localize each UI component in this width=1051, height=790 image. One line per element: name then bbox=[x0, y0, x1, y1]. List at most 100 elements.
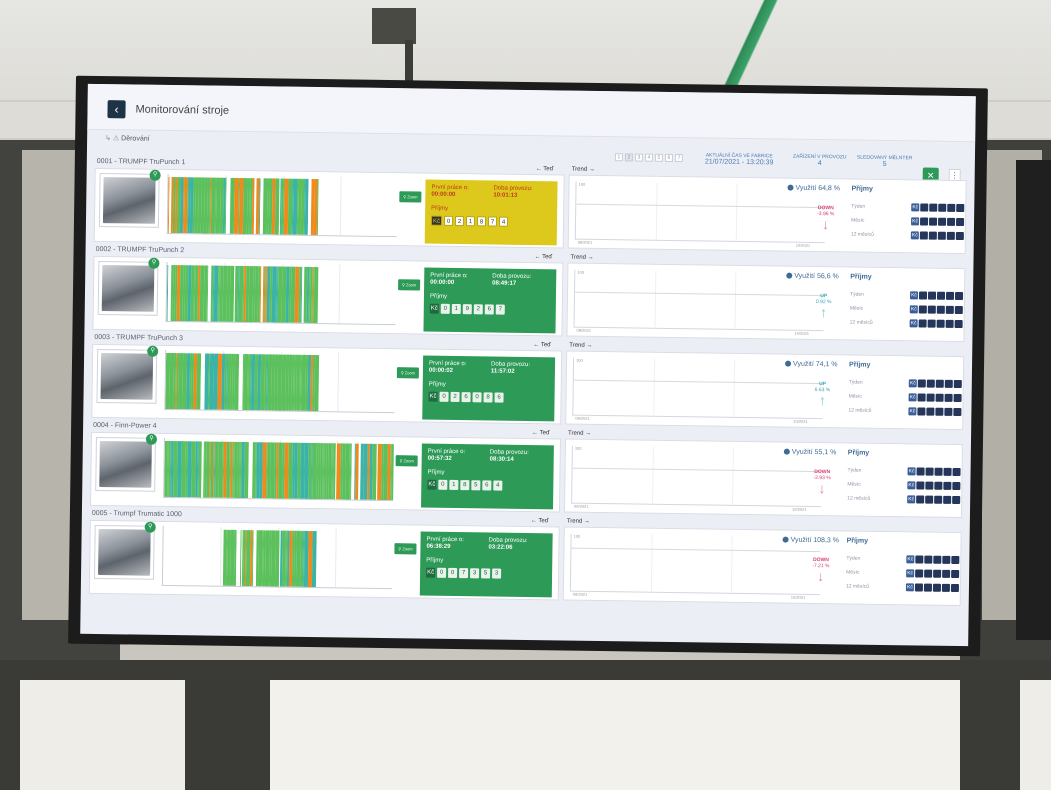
income-digit-masked bbox=[926, 407, 935, 416]
magnify-icon[interactable]: ⚲ bbox=[144, 521, 156, 533]
trend-link[interactable]: Trend → bbox=[568, 431, 591, 437]
income-title: Příjmy bbox=[851, 185, 873, 193]
currency-label: Kč bbox=[910, 231, 919, 240]
activity-timeline bbox=[163, 437, 394, 502]
trend-link[interactable]: Trend → bbox=[567, 519, 590, 525]
trend-panel: Trend → 100 09/2021 10/2021 Využití 56,6… bbox=[566, 255, 966, 343]
breadcrumb-label[interactable]: Děrování bbox=[121, 135, 150, 142]
income-digit: 2 bbox=[450, 391, 460, 403]
info-icon bbox=[787, 184, 794, 191]
income-digit: 7 bbox=[459, 568, 469, 579]
pager: 1234567 bbox=[614, 153, 683, 163]
income-digit: 0 bbox=[438, 479, 448, 490]
income-digit-masked bbox=[943, 467, 952, 476]
prev-link[interactable]: ← Teď bbox=[534, 254, 552, 260]
income-digit: 3 bbox=[492, 568, 502, 579]
month-label: Měsíc bbox=[847, 481, 861, 488]
adjacent-monitor bbox=[1016, 160, 1051, 640]
machine-photo[interactable] bbox=[95, 436, 156, 492]
income-digit-masked bbox=[928, 231, 937, 240]
zoom-button[interactable]: ⚲ Zoom bbox=[398, 279, 421, 291]
income-digit-masked bbox=[955, 217, 965, 227]
arrow-down-icon: ↓ bbox=[818, 480, 826, 497]
magnify-icon[interactable]: ⚲ bbox=[149, 169, 161, 181]
income-digit-masked bbox=[916, 481, 925, 490]
income-label: Příjmy bbox=[427, 469, 445, 476]
first-work-value: 06:38:29 bbox=[426, 543, 451, 550]
machine-image bbox=[100, 353, 154, 400]
income-digit: 6 bbox=[482, 480, 492, 491]
trend-link[interactable]: Trend → bbox=[572, 167, 595, 173]
zoom-label: Zoom bbox=[402, 546, 413, 552]
income-digit-masked bbox=[942, 555, 951, 564]
utilization-value: 64,8 % bbox=[818, 185, 841, 193]
status-card: První práce o: 00:00:02 Doba provozu: 11… bbox=[422, 355, 556, 422]
first-work-label: První práce o: bbox=[426, 536, 464, 544]
trend-x-left: 09/2021 bbox=[575, 415, 590, 421]
pager-button[interactable]: 7 bbox=[674, 154, 683, 163]
trend-x-left: 09/2021 bbox=[577, 239, 593, 245]
income-digit: 0 bbox=[437, 567, 447, 578]
pager-button[interactable]: 2 bbox=[624, 153, 633, 162]
magnify-icon[interactable]: ⚲ bbox=[148, 257, 160, 269]
income-digit-masked bbox=[927, 305, 936, 314]
income-digit-masked bbox=[925, 481, 934, 490]
prev-link[interactable]: ← Teď bbox=[532, 430, 550, 436]
income-digit-masked bbox=[951, 555, 960, 565]
income-digit: 6 bbox=[494, 392, 504, 403]
prev-link[interactable]: ← Teď bbox=[533, 342, 551, 348]
income-digit-masked bbox=[934, 467, 943, 476]
zoom-button[interactable]: ⚲ Zoom bbox=[396, 367, 419, 379]
magnify-icon[interactable]: ⚲ bbox=[145, 433, 158, 445]
month-income-counter: Kč bbox=[911, 217, 965, 227]
activity-timeline bbox=[165, 261, 397, 326]
zoom-button[interactable]: ⚲ Zoom bbox=[399, 191, 422, 203]
machine-photo[interactable] bbox=[93, 524, 155, 580]
currency-label: Kč bbox=[427, 479, 437, 490]
income-digit-masked bbox=[924, 555, 933, 564]
current-time-block: AKTUÁLNÍ ČAS VE FABRICE 21/07/2021 - 13:… bbox=[705, 152, 774, 166]
machine-row: 0001 - TRUMPF TruPunch 1 ⚲ ⚲ Zoom ← Teď … bbox=[92, 158, 969, 258]
machine-photo[interactable] bbox=[98, 173, 160, 228]
income-digit-masked bbox=[929, 203, 938, 212]
machine-status-panel: ⚲ ⚲ Zoom ← Teď První práce o: 06:38:29 D… bbox=[88, 518, 560, 601]
pager-button[interactable]: 6 bbox=[664, 153, 673, 163]
pager-button[interactable]: 3 bbox=[634, 153, 643, 162]
pager-button[interactable]: 5 bbox=[654, 153, 663, 162]
income-digit-masked bbox=[914, 583, 924, 592]
zoom-button[interactable]: ⚲ Zoom bbox=[395, 455, 418, 467]
income-digit-masked bbox=[927, 319, 936, 328]
income-digit-masked bbox=[950, 583, 959, 593]
machine-photo[interactable] bbox=[97, 260, 159, 316]
income-digit-masked bbox=[941, 583, 950, 592]
magnify-icon[interactable]: ⚲ bbox=[147, 345, 159, 357]
pager-button[interactable]: 4 bbox=[644, 153, 653, 162]
gridline bbox=[219, 526, 222, 586]
utilization: Využití 64,8 % bbox=[787, 184, 841, 193]
machine-status-panel: ⚲ ⚲ Zoom ← Teď První práce o: 00:00:02 D… bbox=[91, 342, 563, 425]
income-digit-masked bbox=[955, 231, 964, 241]
back-button[interactable]: ‹ bbox=[107, 100, 126, 119]
currency-label: Kč bbox=[428, 391, 438, 402]
lower-cabinet bbox=[0, 660, 1051, 790]
income-digit-masked bbox=[917, 379, 926, 388]
trend-link[interactable]: Trend → bbox=[570, 255, 593, 261]
page-title: Monitorování stroje bbox=[135, 103, 230, 117]
trend-y-label: 100 bbox=[578, 181, 586, 187]
pager-button[interactable]: 1 bbox=[614, 153, 623, 162]
trend-link[interactable]: Trend → bbox=[569, 343, 592, 349]
income-digit-masked bbox=[944, 407, 953, 416]
income-digit-masked bbox=[942, 569, 951, 578]
machine-photo[interactable] bbox=[96, 348, 158, 404]
income-digit: 2 bbox=[454, 215, 465, 227]
prev-link[interactable]: ← Teď bbox=[531, 518, 549, 524]
trend-indicator: UP 0.92 % ↑ bbox=[816, 293, 832, 320]
devices-value: 4 bbox=[817, 160, 822, 168]
income-digit: 1 bbox=[449, 479, 459, 491]
ceiling-mount bbox=[372, 8, 416, 44]
income-digit: 7 bbox=[487, 216, 498, 227]
income-digit-masked bbox=[956, 203, 965, 213]
prev-link[interactable]: ← Teď bbox=[536, 166, 554, 172]
income-digit-masked bbox=[946, 217, 956, 226]
zoom-button[interactable]: ⚲ Zoom bbox=[394, 543, 417, 555]
